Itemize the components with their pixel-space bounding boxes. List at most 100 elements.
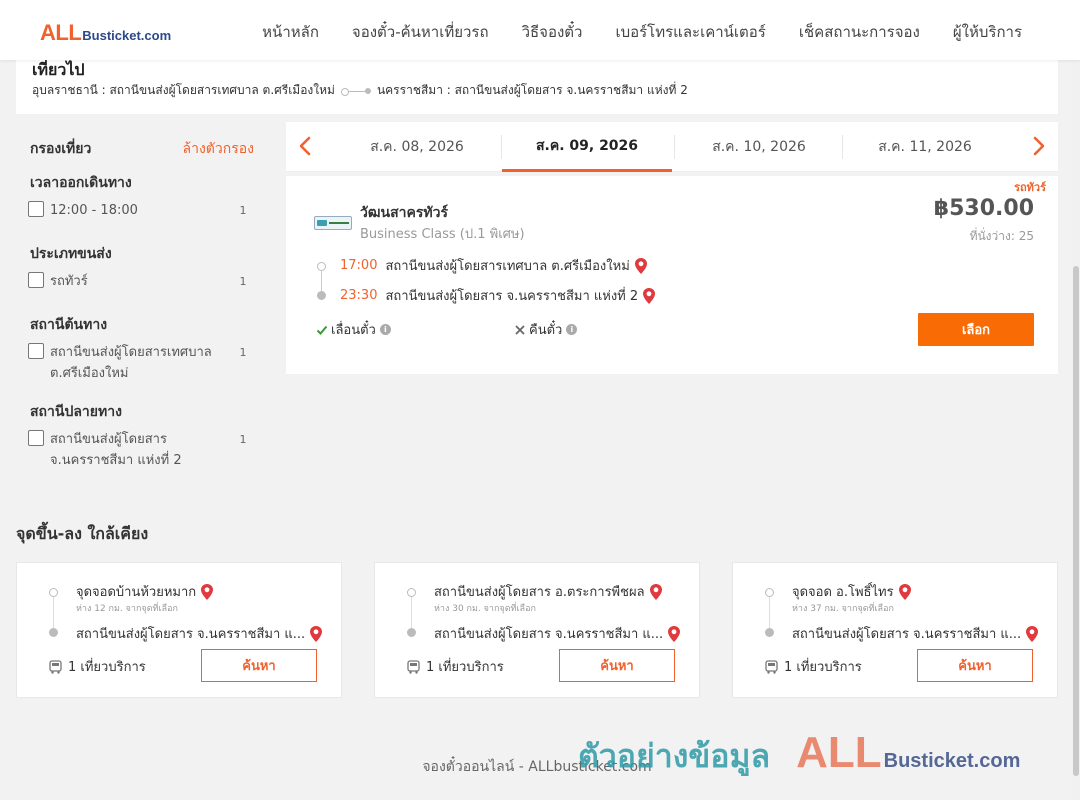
filter-option-label: 12:00 - 18:00 bbox=[50, 203, 138, 218]
count-badge: 1 bbox=[232, 271, 254, 293]
scrollbar-thumb[interactable] bbox=[1073, 266, 1079, 776]
map-pin-icon[interactable] bbox=[898, 583, 912, 601]
nearby-from-label: จุดจอดบ้านห้วยหมาก bbox=[76, 585, 197, 600]
filter-title: กรองเที่ยว bbox=[30, 141, 92, 157]
transport-type-tag: รถทัวร์ bbox=[1014, 181, 1046, 194]
nav-contact-counter[interactable]: เบอร์โทรและเคาน์เตอร์ bbox=[615, 20, 765, 44]
nearby-card: สถานีขนส่งผู้โดยสาร อ.ตระการพืชผล ห่าง 3… bbox=[374, 562, 700, 698]
nearby-trips: 1 เที่ยวบริการ bbox=[407, 656, 504, 677]
map-pin-icon[interactable] bbox=[642, 287, 656, 305]
filter-group-destination-station: สถานีปลายทาง bbox=[30, 404, 122, 420]
route-summary: เที่ยวไป อุบลราชธานี : สถานีขนส่งผู้โดยส… bbox=[16, 60, 1058, 114]
nearby-to-label: สถานีขนส่งผู้โดยสาร จ.นครราชสีมา แ... bbox=[434, 627, 664, 642]
nearby-to: สถานีขนส่งผู้โดยสาร จ.นครราชสีมา แ... bbox=[434, 623, 690, 644]
route-title: เที่ยวไป bbox=[32, 60, 85, 79]
bus-icon bbox=[407, 659, 420, 674]
nearby-trips-label: 1 เที่ยวบริการ bbox=[426, 660, 504, 675]
nearby-distance: ห่าง 12 กม. จากจุดที่เลือก bbox=[76, 604, 178, 614]
nearby-trips: 1 เที่ยวบริการ bbox=[49, 656, 146, 677]
arrival-time: 23:30 bbox=[340, 288, 378, 303]
seats-available: ที่นั่งว่าง: 25 bbox=[969, 229, 1034, 243]
route-connector-icon bbox=[340, 87, 371, 96]
bus-icon bbox=[49, 659, 62, 674]
page-scrollbar[interactable] bbox=[1072, 60, 1080, 800]
operator-name: วัฒนสาครทัวร์ bbox=[360, 205, 448, 221]
map-pin-icon[interactable] bbox=[200, 583, 214, 601]
filter-option-label: สถานีขนส่งผู้โดยสารเทศบาล ต.ศรีเมืองใหม่ bbox=[50, 345, 212, 381]
chevron-left-icon[interactable] bbox=[294, 134, 318, 158]
info-icon[interactable]: i bbox=[566, 324, 578, 335]
timeline-start-dot bbox=[765, 588, 774, 597]
nearby-distance: ห่าง 37 กม. จากจุดที่เลือก bbox=[792, 604, 894, 614]
route-to: นครราชสีมา : สถานีขนส่งผู้โดยสาร จ.นครรา… bbox=[376, 83, 688, 97]
clear-filters-link[interactable]: ล้างตัวกรอง bbox=[183, 138, 254, 160]
timeline-end-dot bbox=[317, 291, 326, 300]
filter-option-time[interactable]: 12:00 - 18:00 1 bbox=[28, 200, 260, 222]
reschedule-label: เลื่อนตั๋ว bbox=[331, 323, 376, 338]
chevron-right-icon[interactable] bbox=[1026, 134, 1050, 158]
nearby-card: จุดจอดบ้านห้วยหมาก ห่าง 12 กม. จากจุดที่… bbox=[16, 562, 342, 698]
filter-group-departure-time: เวลาออกเดินทาง bbox=[30, 175, 132, 191]
nav-check-booking[interactable]: เช็คสถานะการจอง bbox=[799, 20, 920, 44]
count-badge: 1 bbox=[232, 429, 254, 451]
date-tab[interactable]: ส.ค. 08, 2026 bbox=[332, 122, 502, 172]
map-pin-icon[interactable] bbox=[667, 625, 681, 643]
timeline-line bbox=[53, 597, 54, 631]
checkbox[interactable] bbox=[28, 430, 44, 446]
main-nav: หน้าหลัก จองตั๋ว-ค้นหาเที่ยวรถ วิธีจองตั… bbox=[229, 20, 1022, 44]
nav-book-search[interactable]: จองตั๋ว-ค้นหาเที่ยวรถ bbox=[352, 20, 489, 44]
ticket-price: ฿530.00 bbox=[933, 196, 1034, 221]
map-pin-icon[interactable] bbox=[1025, 625, 1039, 643]
filter-option-destination[interactable]: สถานีขนส่งผู้โดยสาร จ.นครราชสีมา แห่งที่… bbox=[28, 429, 260, 471]
departure-stop: 17:00 สถานีขนส่งผู้โดยสารเทศบาล ต.ศรีเมื… bbox=[340, 255, 648, 276]
nav-how-to-book[interactable]: วิธีจองตั๋ว bbox=[522, 20, 583, 44]
refund-feature: คืนตั๋ว i bbox=[514, 319, 578, 340]
trip-result-card: รถทัวร์ วัฒนสาครทัวร์ Business Class (ป.… bbox=[286, 176, 1058, 374]
date-tabs: ส.ค. 08, 2026 ส.ค. 09, 2026 ส.ค. 10, 202… bbox=[286, 122, 1058, 172]
bus-class: Business Class (ป.1 พิเศษ) bbox=[360, 227, 525, 242]
nearby-search-button[interactable]: ค้นหา bbox=[559, 649, 675, 682]
filter-group-origin-station: สถานีต้นทาง bbox=[30, 317, 108, 333]
nearby-to-label: สถานีขนส่งผู้โดยสาร จ.นครราชสีมา แ... bbox=[792, 627, 1022, 642]
map-pin-icon[interactable] bbox=[649, 583, 663, 601]
nearby-from: สถานีขนส่งผู้โดยสาร อ.ตระการพืชผล bbox=[434, 581, 663, 602]
checkbox[interactable] bbox=[28, 272, 44, 288]
nearby-search-button[interactable]: ค้นหา bbox=[201, 649, 317, 682]
nav-operators[interactable]: ผู้ให้บริการ bbox=[953, 20, 1022, 44]
nearby-search-button[interactable]: ค้นหา bbox=[917, 649, 1033, 682]
nearby-trips-label: 1 เที่ยวบริการ bbox=[784, 660, 862, 675]
filter-option-origin[interactable]: สถานีขนส่งผู้โดยสารเทศบาล ต.ศรีเมืองใหม่… bbox=[28, 342, 260, 384]
info-icon[interactable]: i bbox=[379, 324, 391, 335]
date-tab[interactable]: ส.ค. 10, 2026 bbox=[674, 122, 844, 172]
filter-option-label: สถานีขนส่งผู้โดยสาร จ.นครราชสีมา แห่งที่… bbox=[50, 432, 182, 468]
select-trip-button[interactable]: เลือก bbox=[918, 313, 1034, 346]
filter-option-transport[interactable]: รถทัวร์ 1 bbox=[28, 271, 260, 293]
date-tab-active[interactable]: ส.ค. 09, 2026 bbox=[502, 122, 672, 172]
checkbox[interactable] bbox=[28, 343, 44, 359]
map-pin-icon[interactable] bbox=[309, 625, 323, 643]
checkbox[interactable] bbox=[28, 201, 44, 217]
count-badge: 1 bbox=[232, 342, 254, 364]
nearby-distance: ห่าง 30 กม. จากจุดที่เลือก bbox=[434, 604, 536, 614]
nearby-trips: 1 เที่ยวบริการ bbox=[765, 656, 862, 677]
arrival-stop: 23:30 สถานีขนส่งผู้โดยสาร จ.นครราชสีมา แ… bbox=[340, 285, 656, 306]
arrival-station: สถานีขนส่งผู้โดยสาร จ.นครราชสีมา แห่งที่… bbox=[385, 289, 639, 304]
refund-label: คืนตั๋ว bbox=[529, 323, 563, 338]
nearby-to: สถานีขนส่งผู้โดยสาร จ.นครราชสีมา แ... bbox=[792, 623, 1048, 644]
map-pin-icon[interactable] bbox=[634, 257, 648, 275]
nearby-from-label: จุดจอด อ.โพธิ์ไทร bbox=[792, 585, 894, 600]
x-icon bbox=[515, 324, 525, 335]
timeline-line bbox=[411, 597, 412, 631]
site-logo[interactable]: ALL Busticket.com bbox=[40, 20, 171, 46]
departure-station: สถานีขนส่งผู้โดยสารเทศบาล ต.ศรีเมืองใหม่ bbox=[385, 259, 630, 274]
nearby-to-label: สถานีขนส่งผู้โดยสาร จ.นครราชสีมา แ... bbox=[76, 627, 306, 642]
timeline-end-dot bbox=[765, 628, 774, 637]
logo-busticket: Busticket.com bbox=[82, 28, 172, 43]
timeline-end-dot bbox=[407, 628, 416, 637]
nearby-from: จุดจอด อ.โพธิ์ไทร bbox=[792, 581, 912, 602]
bus-icon bbox=[765, 659, 778, 674]
reschedule-feature: เลื่อนตั๋ว i bbox=[316, 319, 391, 340]
nav-home[interactable]: หน้าหลัก bbox=[262, 20, 319, 44]
date-tab[interactable]: ส.ค. 11, 2026 bbox=[840, 122, 1010, 172]
route-from: อุบลราชธานี : สถานีขนส่งผู้โดยสารเทศบาล … bbox=[32, 83, 335, 97]
